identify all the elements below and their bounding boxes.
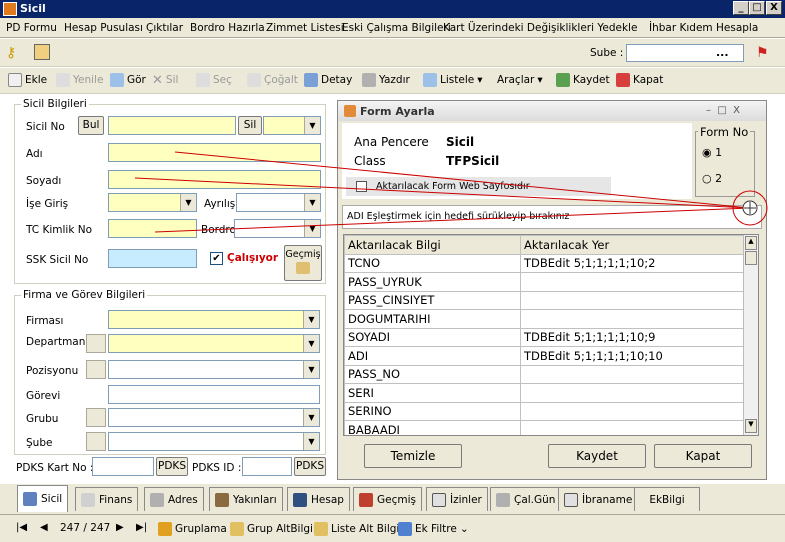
address-icon (150, 492, 164, 507)
tab-sicil[interactable]: Sicil (17, 485, 69, 512)
link-lines (134, 151, 768, 233)
gruplama-label: Gruplama (175, 523, 227, 535)
history-tab-icon (359, 492, 373, 507)
soyadi-link-line (134, 177, 751, 209)
last-record-icon[interactable]: ▶| (136, 522, 147, 533)
tab-ibraname[interactable]: İbraname (558, 487, 639, 511)
tab-gecmis-label: Geçmiş (377, 493, 416, 506)
tab-finans-label: Finans (99, 493, 133, 506)
leave-icon (432, 492, 446, 507)
filter-icon (398, 522, 412, 536)
tab-adres[interactable]: Adres (144, 487, 204, 511)
tc-link-line (154, 207, 751, 233)
tab-calgun[interactable]: Çal.Gün (490, 487, 562, 511)
liste-altbilgi-button[interactable]: Liste Alt Bilgi (314, 520, 399, 538)
person-icon (23, 492, 37, 506)
next-record-icon[interactable]: ▶ (116, 522, 124, 533)
grouping-icon (158, 522, 172, 536)
status-bar: |◀ ◀ 247 / 247 ▶ ▶| Gruplama Grup AltBil… (0, 514, 785, 542)
tab-bar: Sicil Finans Adres Yakınları Hesap Geçmi… (0, 484, 785, 514)
grup-altbilgi-button[interactable]: Grup AltBilgi (230, 520, 313, 538)
tab-sicil-label: Sicil (41, 493, 63, 505)
tab-ibraname-label: İbraname (582, 493, 633, 506)
workdays-icon (496, 492, 510, 507)
adi-link-line (174, 151, 751, 209)
tab-hesap-label: Hesap (311, 493, 344, 506)
group-footer-icon (230, 522, 244, 536)
prev-record-icon[interactable]: ◀ (40, 522, 48, 533)
tab-gecmis[interactable]: Geçmiş (353, 487, 422, 511)
tab-izinler[interactable]: İzinler (426, 487, 488, 511)
tab-yakinlari[interactable]: Yakınları (209, 487, 283, 511)
release-icon (564, 492, 578, 507)
ek-filtre-button[interactable]: Ek Filtre ⌄ (398, 520, 469, 538)
tab-adres-label: Adres (168, 493, 198, 506)
chevron-down-icon: ⌄ (459, 523, 469, 535)
tab-yakinlari-label: Yakınları (233, 493, 277, 506)
liste-altbilgi-label: Liste Alt Bilgi (331, 523, 400, 535)
first-record-icon[interactable]: |◀ (16, 522, 27, 533)
list-footer-icon (314, 522, 328, 536)
tab-hesap[interactable]: Hesap (287, 487, 350, 511)
tab-izinler-label: İzinler (450, 493, 482, 506)
gruplama-button[interactable]: Gruplama (158, 520, 227, 538)
record-counter: 247 / 247 (60, 522, 111, 534)
tab-finans[interactable]: Finans (75, 487, 139, 511)
ek-filtre-label: Ek Filtre (415, 523, 457, 535)
family-icon (215, 492, 229, 507)
tab-ekbilgi[interactable]: EkBilgi (634, 487, 700, 511)
account-icon (293, 492, 307, 507)
tab-ekbilgi-label: EkBilgi (649, 493, 685, 506)
grup-altbilgi-label: Grup AltBilgi (247, 523, 313, 535)
tab-calgun-label: Çal.Gün (514, 493, 556, 506)
calculator-icon (81, 492, 95, 507)
